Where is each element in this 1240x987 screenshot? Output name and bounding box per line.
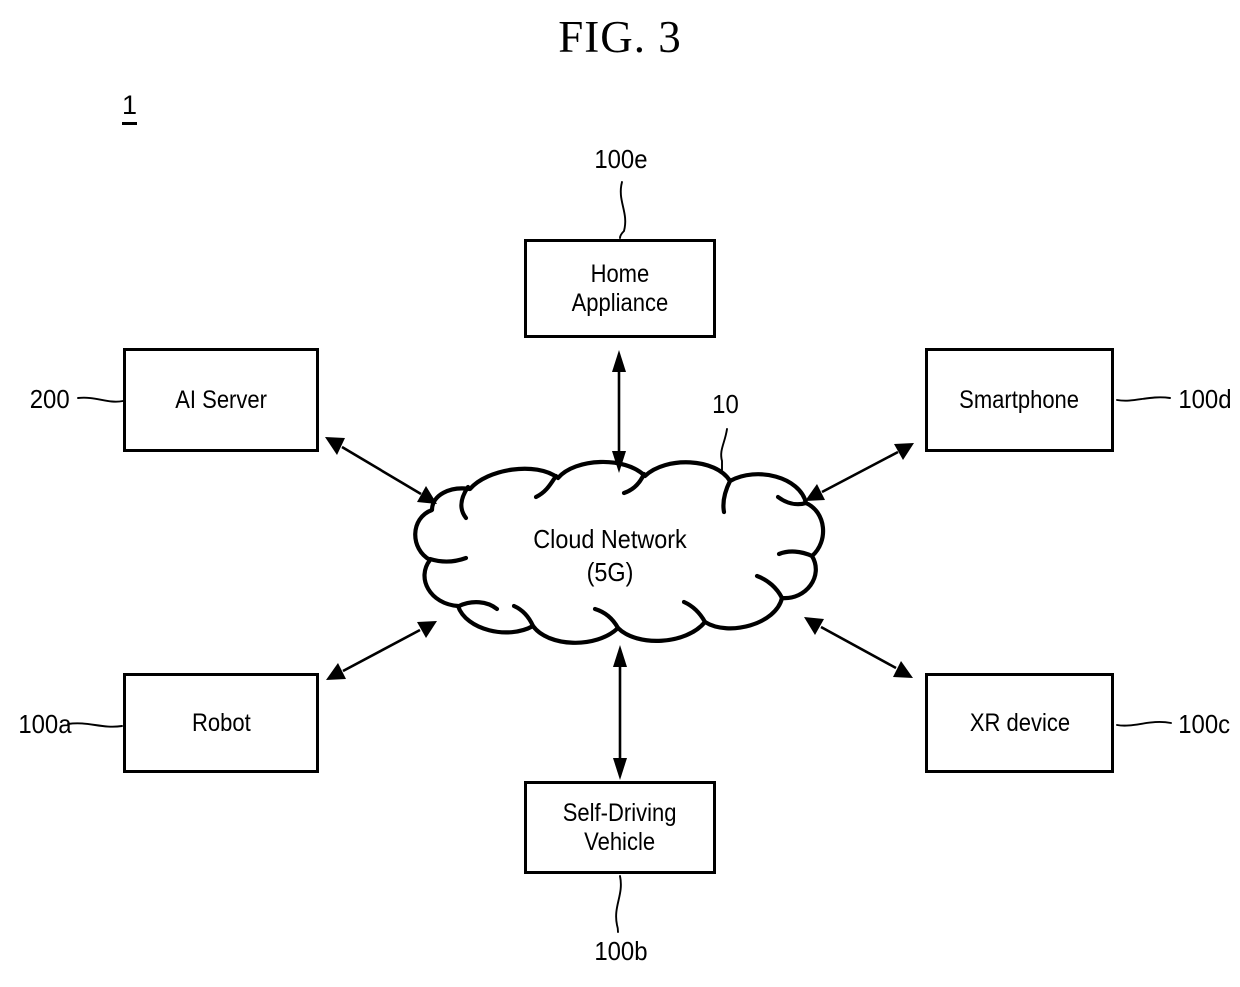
ref-numeral-smartphone: 100d (1178, 384, 1232, 414)
node-self-driving-vehicle[interactable]: Self-Driving Vehicle (524, 781, 716, 874)
connector-robot (326, 621, 437, 680)
node-xr-device[interactable]: XR device (925, 673, 1114, 773)
patent-figure: FIG. 3 1 Cloud Network (5G) Home Applian… (0, 0, 1240, 987)
connector-self-driving-vehicle (613, 645, 627, 780)
node-label-self-driving-vehicle: Self-Driving Vehicle (563, 798, 677, 856)
leader-100b (615, 875, 622, 933)
ref-numeral-cloud-network: 10 (712, 389, 739, 419)
connector-xr-device (804, 617, 913, 678)
ref-numeral-self-driving-vehicle: 100b (594, 936, 648, 966)
node-smartphone[interactable]: Smartphone (925, 348, 1114, 452)
connector-smartphone (805, 443, 914, 501)
node-label-home-appliance: Home Appliance (571, 259, 669, 317)
leader-100e (619, 181, 627, 239)
node-label-ai-server: AI Server (175, 385, 267, 414)
figure-title: FIG. 3 (558, 12, 682, 62)
node-label-smartphone: Smartphone (959, 385, 1080, 414)
connector-ai-server (325, 437, 437, 504)
leader-200 (77, 396, 124, 403)
leader-100c (1116, 721, 1172, 727)
ref-numeral-xr-device: 100c (1178, 709, 1231, 739)
node-label-xr-device: XR device (969, 708, 1070, 737)
node-home-appliance[interactable]: Home Appliance (524, 239, 716, 338)
node-ai-server[interactable]: AI Server (123, 348, 319, 452)
leader-100d (1116, 396, 1171, 402)
cloud-network-label: Cloud Network (5G) (533, 524, 687, 588)
system-reference-numeral: 1 (122, 92, 138, 125)
ref-numeral-robot: 100a (18, 709, 72, 739)
ref-numeral-ai-server: 200 (29, 384, 70, 414)
node-label-robot: Robot (191, 708, 251, 737)
ref-numeral-home-appliance: 100e (594, 144, 648, 174)
node-robot[interactable]: Robot (123, 673, 319, 773)
connector-home-appliance (612, 350, 626, 473)
leader-100a (67, 722, 123, 728)
leader-10 (720, 428, 728, 471)
